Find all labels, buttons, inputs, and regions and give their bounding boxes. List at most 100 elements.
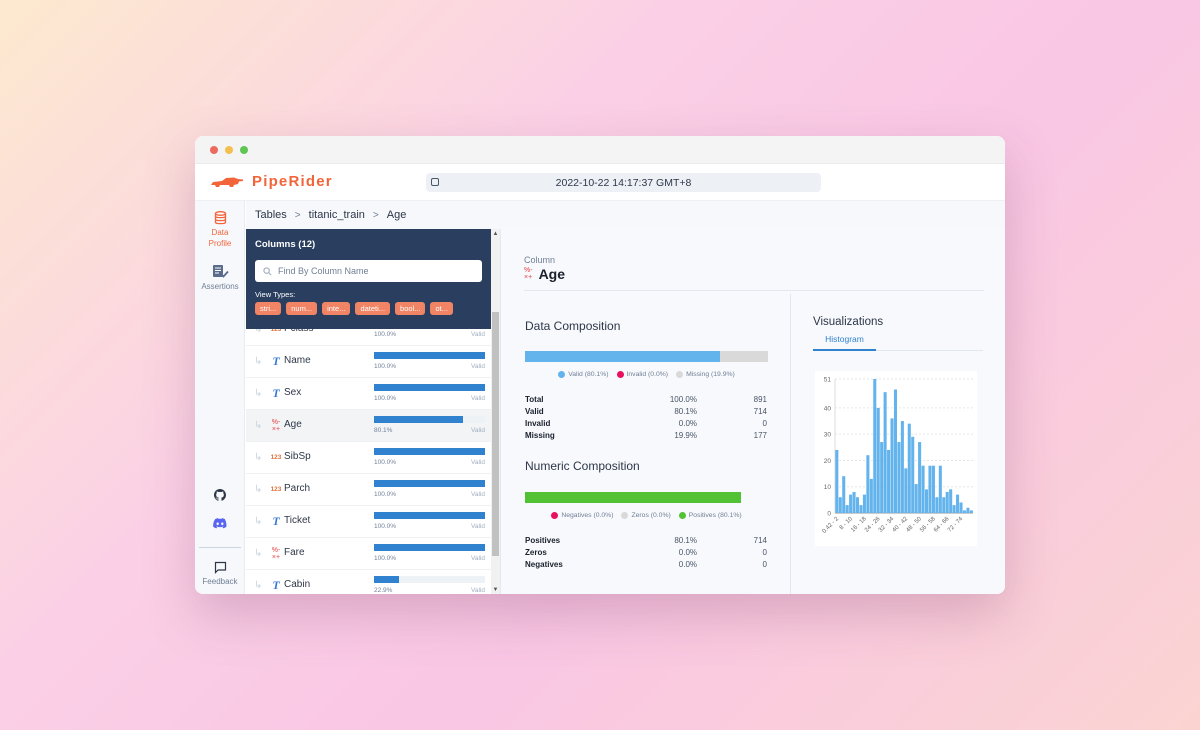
numeric-composition-stats: Positives 80.1% 714 Zeros 0.0% 0 Negatives 0.0%… bbox=[525, 534, 768, 570]
histogram-bar[interactable] bbox=[914, 484, 918, 513]
histogram-bar[interactable] bbox=[849, 494, 853, 513]
histogram-bar[interactable] bbox=[900, 421, 904, 513]
histogram-bar[interactable] bbox=[869, 478, 873, 513]
scrollbar-thumb[interactable] bbox=[492, 312, 499, 556]
breadcrumb-table[interactable]: titanic_train bbox=[309, 209, 365, 221]
string-type-icon: T bbox=[272, 354, 280, 368]
histogram-bar[interactable] bbox=[904, 468, 908, 513]
histogram-bar[interactable] bbox=[838, 497, 842, 513]
view-type-chip-datetime[interactable]: dateti... bbox=[355, 302, 391, 315]
column-list-scrollbar[interactable]: ▲ ▼ bbox=[491, 229, 500, 594]
minimize-window-button[interactable] bbox=[225, 146, 233, 154]
histogram-bar[interactable] bbox=[931, 465, 935, 513]
valid-percent: 100.0% bbox=[374, 523, 397, 530]
histogram-bar[interactable] bbox=[883, 392, 887, 513]
tab-histogram[interactable]: Histogram bbox=[813, 334, 876, 351]
valid-bar-fill bbox=[374, 512, 485, 519]
histogram-bar[interactable] bbox=[925, 489, 929, 513]
histogram-bar[interactable] bbox=[935, 497, 939, 513]
checkbox-icon[interactable] bbox=[431, 178, 439, 186]
histogram-bar[interactable] bbox=[859, 505, 863, 513]
histogram-bar[interactable] bbox=[845, 505, 849, 513]
legend-swatch bbox=[678, 512, 686, 519]
stat-percent: 0.0% bbox=[678, 547, 697, 557]
column-search[interactable] bbox=[255, 260, 482, 282]
histogram-bar[interactable] bbox=[856, 497, 860, 513]
scroll-up-arrow-icon[interactable]: ▲ bbox=[491, 231, 500, 237]
histogram-bar[interactable] bbox=[852, 491, 856, 513]
histogram-bar[interactable] bbox=[890, 418, 894, 513]
child-arrow-icon: ↳ bbox=[254, 452, 263, 463]
github-link[interactable] bbox=[195, 489, 245, 503]
histogram-bar[interactable] bbox=[938, 465, 942, 513]
histogram-bar[interactable] bbox=[921, 465, 925, 513]
scroll-down-arrow-icon[interactable]: ▼ bbox=[491, 587, 500, 593]
database-icon bbox=[214, 211, 226, 225]
histogram-bar[interactable] bbox=[942, 497, 946, 513]
x-tick-label: 72 - 74 bbox=[947, 516, 965, 534]
close-window-button[interactable] bbox=[210, 146, 218, 154]
stat-count: 0 bbox=[762, 559, 767, 569]
view-type-chip-other[interactable]: ot... bbox=[430, 302, 453, 315]
histogram-bar[interactable] bbox=[907, 423, 911, 513]
column-row[interactable]: ↳ 123 SibSp 100.0% Valid bbox=[246, 442, 491, 474]
column-row[interactable]: ↳ %- ×+ Fare 100.0% Valid bbox=[246, 538, 491, 570]
column-row[interactable]: ↳ T Cabin 22.9% Valid bbox=[246, 570, 491, 594]
histogram-bar[interactable] bbox=[952, 505, 956, 513]
histogram-bar[interactable] bbox=[835, 449, 839, 513]
valid-bar-fill bbox=[374, 352, 485, 359]
histogram-bar[interactable] bbox=[969, 510, 973, 513]
stat-row: Invalid 0.0% 0 bbox=[525, 417, 768, 429]
histogram-bar[interactable] bbox=[893, 389, 897, 513]
breadcrumb-tables[interactable]: Tables bbox=[255, 209, 287, 221]
feedback-button[interactable]: Feedback bbox=[195, 561, 245, 587]
legend-label: Positives (80.1%) bbox=[688, 512, 742, 519]
histogram-bar[interactable] bbox=[959, 502, 963, 513]
histogram-bar[interactable] bbox=[880, 442, 884, 513]
histogram-bar[interactable] bbox=[876, 407, 880, 513]
column-row[interactable]: ↳ 123 Parch 100.0% Valid bbox=[246, 474, 491, 506]
histogram-bar[interactable] bbox=[949, 489, 953, 513]
maximize-window-button[interactable] bbox=[240, 146, 248, 154]
columns-panel: Columns (12) View Types: stri... num... … bbox=[246, 229, 491, 594]
histogram-bar[interactable] bbox=[887, 449, 891, 513]
nav-item-assertions[interactable]: Assertions bbox=[195, 264, 245, 292]
histogram-bar[interactable] bbox=[866, 455, 870, 513]
stat-key: Positives bbox=[525, 535, 561, 545]
histogram-bar[interactable] bbox=[956, 494, 960, 513]
valid-bar bbox=[374, 416, 485, 423]
nav-item-data-profile[interactable]: Data Profile bbox=[195, 211, 245, 249]
discord-link[interactable] bbox=[195, 518, 245, 531]
logo[interactable]: PipeRider bbox=[210, 173, 333, 190]
histogram-bar[interactable] bbox=[918, 442, 922, 513]
chevron-right-icon: > bbox=[294, 209, 301, 221]
assertions-icon bbox=[213, 265, 229, 278]
view-type-chip-string[interactable]: stri... bbox=[255, 302, 282, 315]
histogram-bar[interactable] bbox=[897, 442, 901, 513]
column-row[interactable]: ↳ %- ×+ Age 80.1% Valid bbox=[246, 410, 491, 442]
histogram-bar[interactable] bbox=[928, 465, 932, 513]
view-type-chip-integer[interactable]: inte... bbox=[322, 302, 351, 315]
column-name: Fare bbox=[284, 547, 305, 558]
histogram-bar[interactable] bbox=[945, 491, 949, 513]
stat-count: 714 bbox=[753, 535, 767, 545]
column-row[interactable]: ↳ T Sex 100.0% Valid bbox=[246, 378, 491, 410]
view-type-chip-numeric[interactable]: num... bbox=[286, 302, 318, 315]
valid-bar-fill bbox=[374, 576, 400, 583]
nav-label-data-profile: Data Profile bbox=[208, 228, 232, 249]
stat-row: Missing 19.9% 177 bbox=[525, 429, 768, 441]
column-row[interactable]: ↳ T Name 100.0% Valid bbox=[246, 346, 491, 378]
column-row[interactable]: ↳ T Ticket 100.0% Valid bbox=[246, 506, 491, 538]
histogram-bar[interactable] bbox=[966, 507, 970, 513]
data-composition-stats: Total 100.0% 891 Valid 80.1% 714 Invalid 0.0% 0 M… bbox=[525, 393, 768, 441]
valid-percent: 80.1% bbox=[374, 427, 393, 434]
column-search-input[interactable] bbox=[278, 266, 468, 276]
histogram-bar[interactable] bbox=[842, 476, 846, 513]
view-type-chip-boolean[interactable]: bool... bbox=[395, 302, 426, 315]
histogram-bar[interactable] bbox=[962, 510, 966, 513]
child-arrow-icon: ↳ bbox=[254, 420, 263, 431]
histogram-bar[interactable] bbox=[862, 494, 866, 513]
legend-item: Invalid (0.0%) bbox=[616, 371, 668, 378]
histogram-bar[interactable] bbox=[873, 379, 877, 513]
histogram-bar[interactable] bbox=[911, 436, 915, 513]
